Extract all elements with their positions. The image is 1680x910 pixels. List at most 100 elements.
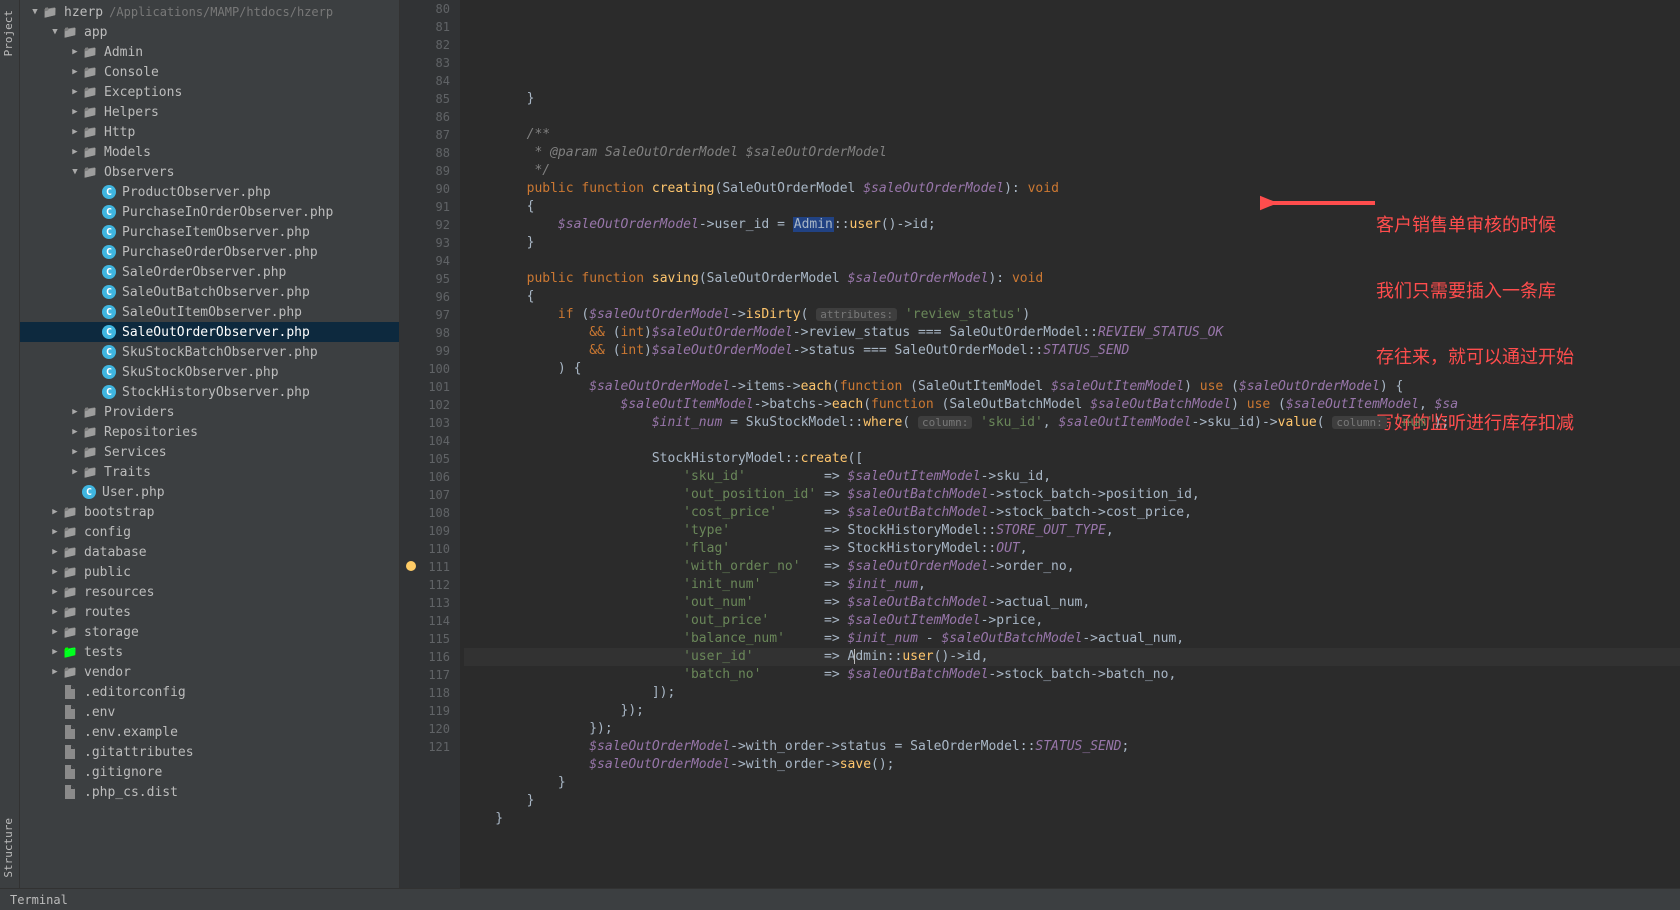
line-number[interactable]: 86 <box>400 108 450 126</box>
tree-file[interactable]: .env.example <box>20 722 399 742</box>
tree-twisty[interactable] <box>48 607 62 617</box>
tree-twisty[interactable] <box>68 107 82 117</box>
line-number[interactable]: 112 <box>400 576 450 594</box>
tree-twisty[interactable] <box>48 587 62 597</box>
lightbulb-icon[interactable] <box>406 561 416 571</box>
tree-file[interactable]: CSaleOutOrderObserver.php <box>20 322 399 342</box>
code-line[interactable]: ]); <box>464 684 1680 702</box>
tree-twisty[interactable] <box>48 547 62 557</box>
tree-file[interactable]: CProductObserver.php <box>20 182 399 202</box>
tree-file[interactable]: .env <box>20 702 399 722</box>
tree-folder[interactable]: config <box>20 522 399 542</box>
line-number[interactable]: 95 <box>400 270 450 288</box>
tree-twisty[interactable] <box>68 407 82 417</box>
line-number[interactable]: 111 <box>400 558 450 576</box>
tree-file[interactable]: CPurchaseItemObserver.php <box>20 222 399 242</box>
code-line[interactable]: } <box>464 792 1680 810</box>
tree-folder[interactable]: Exceptions <box>20 82 399 102</box>
tree-twisty[interactable] <box>48 647 62 657</box>
line-number[interactable]: 117 <box>400 666 450 684</box>
code-line[interactable]: && (int)$saleOutOrderModel->status === S… <box>464 342 1680 360</box>
tree-folder[interactable]: bootstrap <box>20 502 399 522</box>
code-line[interactable]: 'out_price' => $saleOutItemModel->price, <box>464 612 1680 630</box>
code-line[interactable]: } <box>464 234 1680 252</box>
line-number[interactable]: 119 <box>400 702 450 720</box>
line-number[interactable]: 92 <box>400 216 450 234</box>
code-line[interactable]: 'type' => StockHistoryModel::STORE_OUT_T… <box>464 522 1680 540</box>
tree-twisty[interactable] <box>28 7 42 17</box>
code-line[interactable]: 'init_num' => $init_num, <box>464 576 1680 594</box>
line-number[interactable]: 99 <box>400 342 450 360</box>
code-line[interactable]: $saleOutOrderModel->items->each(function… <box>464 378 1680 396</box>
code-line[interactable]: 'flag' => StockHistoryModel::OUT, <box>464 540 1680 558</box>
line-number[interactable]: 103 <box>400 414 450 432</box>
tree-file[interactable]: CSaleOutItemObserver.php <box>20 302 399 322</box>
code-line[interactable]: 'user_id' => Admin::user()->id, <box>464 648 1680 666</box>
tree-file[interactable]: .gitignore <box>20 762 399 782</box>
line-number[interactable]: 87 <box>400 126 450 144</box>
tree-twisty[interactable] <box>68 167 82 177</box>
code-line[interactable]: 'with_order_no' => $saleOutOrderModel->o… <box>464 558 1680 576</box>
tree-folder[interactable]: resources <box>20 582 399 602</box>
code-line[interactable]: $init_num = SkuStockModel::where( column… <box>464 414 1680 432</box>
line-number[interactable]: 105 <box>400 450 450 468</box>
terminal-tab[interactable]: Terminal <box>10 893 68 907</box>
line-number[interactable]: 107 <box>400 486 450 504</box>
tree-twisty[interactable] <box>68 47 82 57</box>
tree-twisty[interactable] <box>48 627 62 637</box>
code-line[interactable]: && (int)$saleOutOrderModel->review_statu… <box>464 324 1680 342</box>
tree-folder[interactable]: Models <box>20 142 399 162</box>
code-line[interactable]: $saleOutOrderModel->with_order->status =… <box>464 738 1680 756</box>
line-number[interactable]: 108 <box>400 504 450 522</box>
tree-file[interactable]: CPurchaseOrderObserver.php <box>20 242 399 262</box>
tree-twisty[interactable] <box>48 667 62 677</box>
line-number[interactable]: 97 <box>400 306 450 324</box>
tree-file[interactable]: CSaleOrderObserver.php <box>20 262 399 282</box>
tree-folder[interactable]: storage <box>20 622 399 642</box>
line-number[interactable]: 101 <box>400 378 450 396</box>
code-line[interactable]: }); <box>464 702 1680 720</box>
code-line[interactable] <box>464 828 1680 846</box>
code-line[interactable]: StockHistoryModel::create([ <box>464 450 1680 468</box>
code-line[interactable]: } <box>464 774 1680 792</box>
code-line[interactable]: ) { <box>464 360 1680 378</box>
line-number[interactable]: 102 <box>400 396 450 414</box>
tree-folder[interactable]: Repositories <box>20 422 399 442</box>
tree-twisty[interactable] <box>68 147 82 157</box>
tree-folder[interactable]: Providers <box>20 402 399 422</box>
code-line[interactable]: } <box>464 90 1680 108</box>
code-line[interactable]: 'sku_id' => $saleOutItemModel->sku_id, <box>464 468 1680 486</box>
code-line[interactable]: $saleOutItemModel->batchs->each(function… <box>464 396 1680 414</box>
line-number[interactable]: 113 <box>400 594 450 612</box>
code-line[interactable]: $saleOutOrderModel->with_order->save(); <box>464 756 1680 774</box>
code-editor[interactable]: 8081828384858687888990919293949596979899… <box>400 0 1680 888</box>
tree-twisty[interactable] <box>68 467 82 477</box>
tree-folder[interactable]: vendor <box>20 662 399 682</box>
line-number[interactable]: 115 <box>400 630 450 648</box>
tree-folder[interactable]: Http <box>20 122 399 142</box>
tree-folder[interactable]: Services <box>20 442 399 462</box>
tool-project-tab[interactable]: Project <box>0 4 19 62</box>
tree-folder[interactable]: Helpers <box>20 102 399 122</box>
tree-folder[interactable]: Admin <box>20 42 399 62</box>
tree-folder[interactable]: tests <box>20 642 399 662</box>
code-line[interactable]: 'balance_num' => $init_num - $saleOutBat… <box>464 630 1680 648</box>
tree-folder[interactable]: routes <box>20 602 399 622</box>
code-line[interactable]: }); <box>464 720 1680 738</box>
line-number[interactable]: 106 <box>400 468 450 486</box>
line-number[interactable]: 104 <box>400 432 450 450</box>
code-line[interactable]: $saleOutOrderModel->user_id = Admin::use… <box>464 216 1680 234</box>
line-number[interactable]: 91 <box>400 198 450 216</box>
tree-twisty[interactable] <box>68 447 82 457</box>
code-line[interactable]: 'cost_price' => $saleOutBatchModel->stoc… <box>464 504 1680 522</box>
code-line[interactable] <box>464 252 1680 270</box>
line-number[interactable]: 109 <box>400 522 450 540</box>
tree-twisty[interactable] <box>68 127 82 137</box>
line-number[interactable]: 93 <box>400 234 450 252</box>
code-line[interactable]: { <box>464 198 1680 216</box>
tree-twisty[interactable] <box>68 427 82 437</box>
tool-structure-tab[interactable]: Structure <box>0 812 19 884</box>
tree-twisty[interactable] <box>48 567 62 577</box>
code-line[interactable]: 'out_position_id' => $saleOutBatchModel-… <box>464 486 1680 504</box>
code-line[interactable]: 'out_num' => $saleOutBatchModel->actual_… <box>464 594 1680 612</box>
